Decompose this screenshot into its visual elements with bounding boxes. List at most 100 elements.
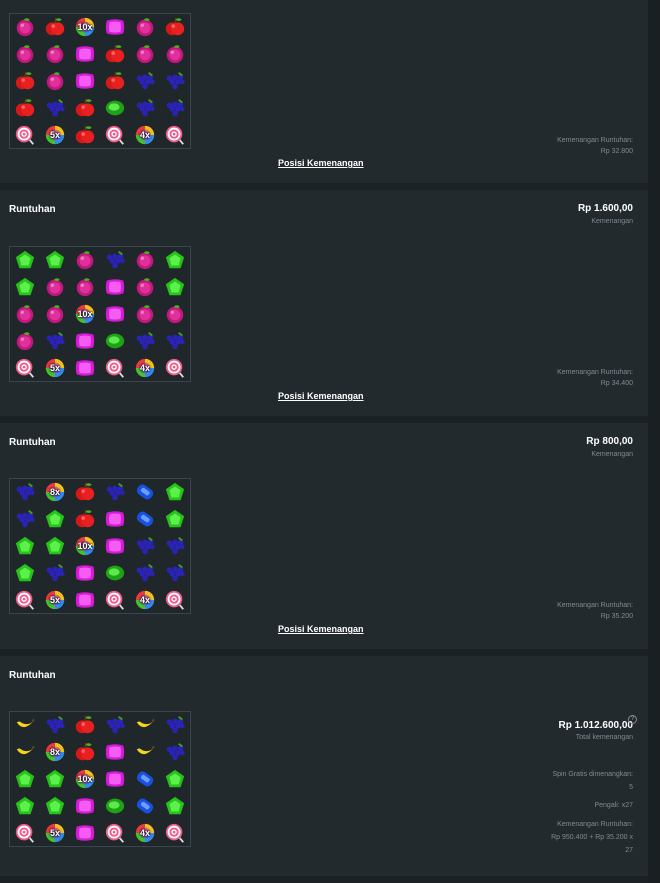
blue-candy-icon: [134, 768, 156, 790]
multiplier-label: 5x: [49, 362, 61, 373]
grape-icon: [44, 714, 66, 736]
grid-cell: [10, 327, 40, 354]
grape-icon: [44, 562, 66, 584]
cascade-panel: Runtuhan Rp 1.600,00 Kemenangan 10x 5x 4x …: [0, 190, 648, 416]
grape-icon: [164, 330, 186, 352]
grid-cell: [160, 247, 190, 274]
grape-icon: [44, 330, 66, 352]
multiplier-label: 10x: [77, 22, 93, 33]
lollipop-icon: [14, 822, 36, 844]
green-candy-icon: [104, 330, 126, 352]
grid-cell: [130, 739, 160, 766]
grid-cell: [10, 792, 40, 819]
pink-candy-icon: [104, 16, 126, 38]
green-gem-icon: [14, 535, 36, 557]
grid-cell: [130, 14, 160, 41]
grape-icon: [164, 70, 186, 92]
grid-cell: [40, 533, 70, 560]
green-gem-icon: [164, 508, 186, 530]
plum-icon: [44, 303, 66, 325]
plum-icon: [134, 276, 156, 298]
grid-cell: [130, 41, 160, 68]
banana-icon: [134, 714, 156, 736]
lollipop-icon: [14, 589, 36, 611]
plum-icon: [14, 43, 36, 65]
grid-cell: [100, 301, 130, 328]
grid-cell: [70, 247, 100, 274]
cascade-win-multiplier: 27: [625, 847, 633, 854]
grid-cell: [160, 68, 190, 95]
grid-cell: [160, 94, 190, 121]
win-positions-link[interactable]: Posisi Kemenangan: [278, 158, 364, 168]
free-spins-label: Spin Gratis dimenangkan:: [552, 771, 633, 778]
grid-cell: 5x: [40, 819, 70, 846]
grid-cell: 8x: [40, 739, 70, 766]
grid-cell: [10, 301, 40, 328]
grid-cell: [100, 41, 130, 68]
green-gem-icon: [44, 535, 66, 557]
plum-icon: [134, 16, 156, 38]
green-gem-icon: [14, 276, 36, 298]
grape-icon: [134, 330, 156, 352]
symbol-grid: 10x 5x 4x: [9, 246, 191, 382]
grid-cell: [10, 274, 40, 301]
pink-candy-icon: [104, 741, 126, 763]
lollipop-icon: [164, 357, 186, 379]
apple-icon: [74, 714, 96, 736]
plum-icon: [44, 276, 66, 298]
win-positions-link[interactable]: Posisi Kemenangan: [278, 391, 364, 401]
grape-icon: [104, 481, 126, 503]
grape-icon: [134, 562, 156, 584]
green-gem-icon: [164, 481, 186, 503]
banana-icon: [14, 741, 36, 763]
apple-icon: [104, 43, 126, 65]
plum-icon: [164, 303, 186, 325]
grid-cell: [100, 274, 130, 301]
plum-icon: [74, 249, 96, 271]
multiplier-label: 4x: [139, 594, 151, 605]
scrollbar[interactable]: [648, 0, 660, 883]
help-icon[interactable]: ?: [628, 715, 637, 724]
lollipop-icon: [14, 124, 36, 146]
win-positions-link[interactable]: Posisi Kemenangan: [278, 624, 364, 634]
grid-cell: [40, 792, 70, 819]
plum-icon: [134, 43, 156, 65]
grid-cell: [100, 712, 130, 739]
grid-cell: [10, 354, 40, 381]
grid-cell: [160, 586, 190, 613]
pink-candy-icon: [74, 562, 96, 584]
lollipop-icon: [164, 822, 186, 844]
plum-icon: [164, 43, 186, 65]
green-gem-icon: [14, 768, 36, 790]
cascade-win-value: Rp 32.800: [600, 148, 633, 155]
pink-candy-icon: [74, 330, 96, 352]
panel-title: Runtuhan: [9, 437, 56, 448]
grid-cell: [40, 274, 70, 301]
apple-icon: [74, 508, 96, 530]
multiplier-label: 8x: [49, 747, 61, 758]
grid-cell: [160, 712, 190, 739]
grid-cell: 4x: [130, 354, 160, 381]
grid-cell: [70, 559, 100, 586]
apple-icon: [74, 97, 96, 119]
pink-candy-icon: [74, 70, 96, 92]
plum-icon: [74, 276, 96, 298]
grid-cell: [100, 327, 130, 354]
plum-icon: [134, 249, 156, 271]
grid-cell: [40, 301, 70, 328]
pink-candy-icon: [74, 795, 96, 817]
panel-title: Runtuhan: [9, 670, 56, 681]
grid-cell: [70, 792, 100, 819]
grid-cell: [160, 14, 190, 41]
grid-cell: [10, 14, 40, 41]
grid-cell: [100, 479, 130, 506]
cascade-win-value: Rp 35.200: [600, 613, 633, 620]
grape-icon: [14, 481, 36, 503]
apple-icon: [14, 70, 36, 92]
green-gem-icon: [14, 795, 36, 817]
grid-cell: [160, 739, 190, 766]
symbol-grid: 10x 5x 4x: [9, 13, 191, 149]
grid-cell: [10, 586, 40, 613]
grid-cell: 10x: [70, 14, 100, 41]
grid-cell: [160, 792, 190, 819]
